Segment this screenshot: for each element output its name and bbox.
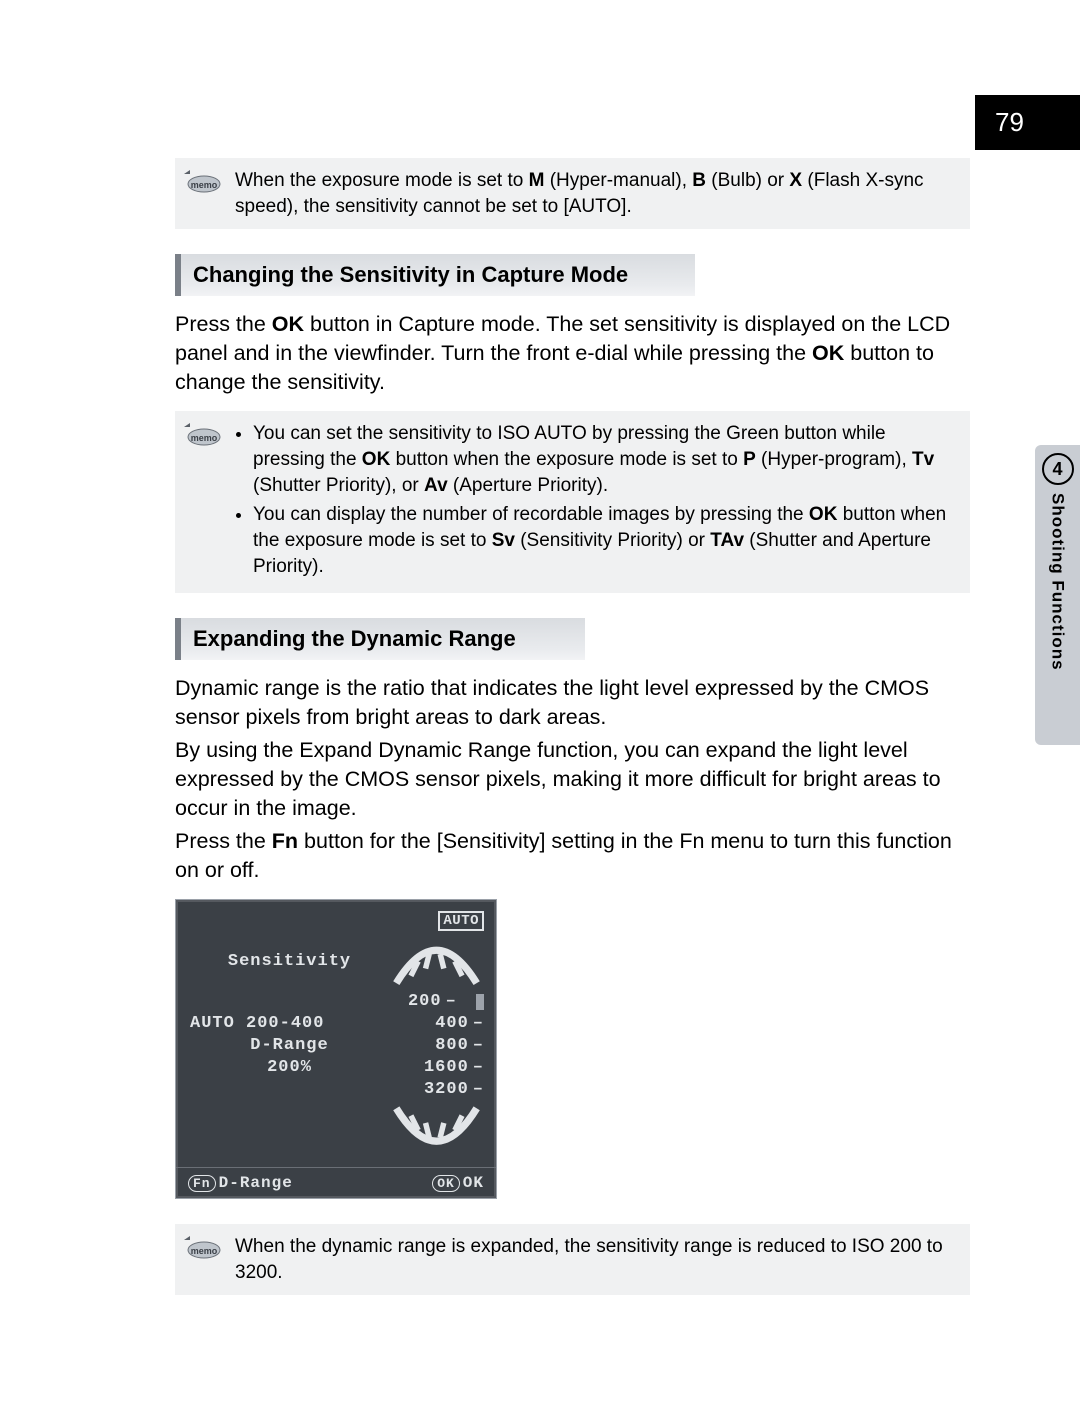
memo-text: When the exposure mode is set to M (Hype… [235, 170, 924, 217]
lcd-body: AUTO Sensitivity 200 – AUTO 200-400 400 … [176, 900, 496, 1167]
lcd-iso-1600: 1600 [424, 1058, 469, 1077]
chapter-number: 4 [1052, 459, 1062, 480]
lcd-iso-200: 200 [408, 992, 442, 1011]
memo-note-1: memo When the exposure mode is set to M … [175, 158, 970, 229]
chapter-number-badge: 4 [1042, 453, 1074, 485]
svg-text:memo: memo [191, 433, 218, 443]
svg-text:memo: memo [191, 1246, 218, 1256]
section2-para3: Press the Fn button for the [Sensitivity… [175, 827, 970, 885]
lcd-ok-hint: OKOK [432, 1174, 484, 1192]
memo3-text: When the dynamic range is expanded, the … [235, 1236, 943, 1283]
section2-para2: By using the Expand Dynamic Range functi… [175, 736, 970, 823]
ok-pill-icon: OK [432, 1175, 460, 1192]
page-number-banner: 79 [975, 95, 1080, 150]
lcd-iso-400: 400 [435, 1014, 469, 1033]
memo-icon: memo [180, 1234, 222, 1262]
memo-note-2: memo You can set the sensitivity to ISO … [175, 411, 970, 593]
section2-para1: Dynamic range is the ratio that indicate… [175, 674, 970, 732]
lcd-iso-800: 800 [435, 1036, 469, 1055]
lcd-auto-badge: AUTO [438, 911, 484, 931]
page-content: memo When the exposure mode is set to M … [0, 0, 1080, 1295]
lcd-fn-hint: FnD-Range [188, 1174, 293, 1192]
rear-dial-icon [389, 1101, 484, 1159]
section-heading-sensitivity: Changing the Sensitivity in Capture Mode [175, 254, 695, 296]
page-number: 79 [995, 107, 1024, 138]
slider-indicator-icon [476, 994, 484, 1010]
section-heading-drange: Expanding the Dynamic Range [175, 618, 585, 660]
lcd-iso-3200: 3200 [424, 1080, 469, 1099]
chapter-tab: 4 Shooting Functions [1035, 445, 1080, 745]
memo2-bullet-1: You can set the sensitivity to ISO AUTO … [253, 421, 955, 498]
memo2-bullet-2: You can display the number of recordable… [253, 502, 955, 579]
fn-pill-icon: Fn [188, 1175, 216, 1192]
memo2-list: You can set the sensitivity to ISO AUTO … [235, 421, 955, 579]
memo-note-3: memo When the dynamic range is expanded,… [175, 1224, 970, 1295]
front-dial-icon [389, 932, 484, 990]
section1-paragraph: Press the OK button in Capture mode. The… [175, 310, 970, 397]
svg-text:memo: memo [191, 180, 218, 190]
chapter-title: Shooting Functions [1048, 493, 1068, 671]
lcd-footer: FnD-Range OKOK [176, 1167, 496, 1198]
camera-lcd-preview: AUTO Sensitivity 200 – AUTO 200-400 400 … [175, 899, 497, 1199]
manual-page: 79 4 Shooting Functions memo When the ex… [0, 0, 1080, 1410]
lcd-auto-range: AUTO 200-400 [190, 1014, 389, 1033]
memo-icon: memo [180, 421, 222, 449]
lcd-drange-value: 200% [190, 1058, 389, 1077]
lcd-drange-label: D-Range [190, 1036, 389, 1055]
lcd-sensitivity-label: Sensitivity [190, 952, 389, 971]
memo-icon: memo [180, 168, 222, 196]
